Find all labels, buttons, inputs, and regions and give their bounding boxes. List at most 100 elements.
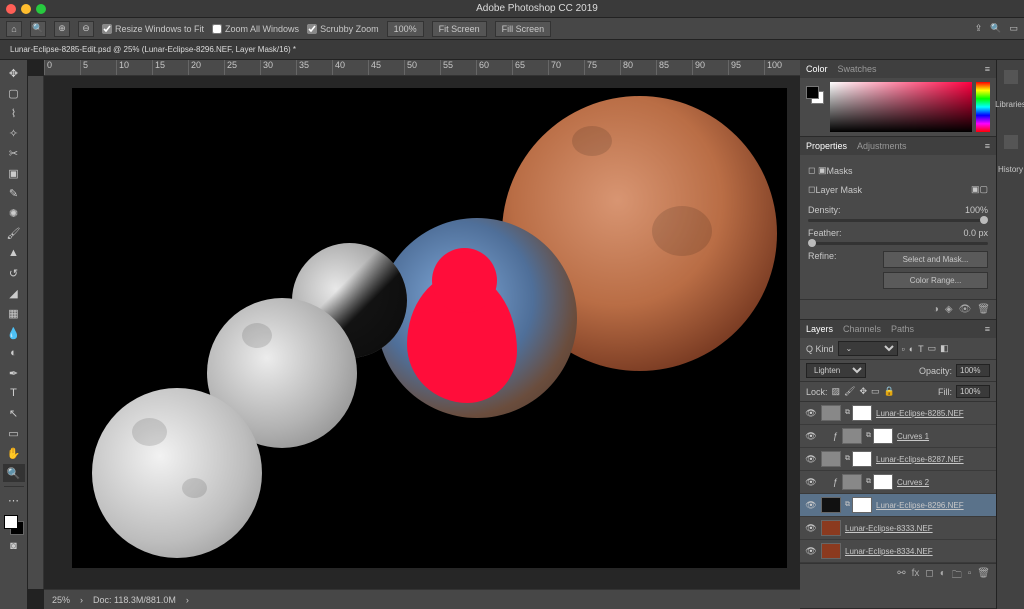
libraries-label[interactable]: Libraries <box>995 100 1024 109</box>
layer-name[interactable]: Lunar-Eclipse-8334.NEF <box>845 547 933 556</box>
history-label[interactable]: History <box>998 165 1023 174</box>
fill-input[interactable] <box>956 385 990 398</box>
filter-kind-select[interactable]: ⌄ <box>838 341 898 356</box>
link-icon[interactable]: ⧉ <box>866 478 871 486</box>
select-and-mask-button[interactable]: Select and Mask... <box>883 251 988 268</box>
lasso-tool-icon[interactable]: ⌇ <box>3 104 25 122</box>
chevron-right-icon[interactable]: › <box>186 595 189 605</box>
visibility-icon[interactable]: 👁 <box>805 500 817 511</box>
wand-tool-icon[interactable]: ✧ <box>3 124 25 142</box>
blend-mode-select[interactable]: Lighten <box>806 363 866 378</box>
layer-row[interactable]: 👁⧉Lunar-Eclipse-8296.NEF <box>800 494 996 517</box>
lock-transparent-icon[interactable]: ▨ <box>832 386 841 397</box>
tab-adjustments[interactable]: Adjustments <box>857 141 907 151</box>
layer-row[interactable]: 👁ƒ⧉Curves 2 <box>800 471 996 494</box>
color-range-button[interactable]: Color Range... <box>883 272 988 289</box>
zoom-tool-icon[interactable]: 🔍 <box>3 464 25 482</box>
layer-mask-thumbnail[interactable] <box>873 428 893 444</box>
fit-screen-button[interactable]: Fit Screen <box>432 21 487 37</box>
adjustment-layer-icon[interactable]: ◐ <box>940 568 946 585</box>
quickmask-icon[interactable]: ◙ <box>3 537 25 555</box>
filter-type-icon[interactable]: T <box>918 344 924 354</box>
close-icon[interactable] <box>6 4 16 14</box>
search-icon[interactable]: 🔍 <box>990 23 1001 34</box>
group-icon[interactable]: 🗀 <box>952 568 962 585</box>
move-tool-icon[interactable]: ✥ <box>3 64 25 82</box>
fg-color-icon[interactable] <box>4 515 18 529</box>
brush-tool-icon[interactable]: 🖌 <box>3 224 25 242</box>
layer-thumbnail[interactable] <box>821 497 841 513</box>
link-icon[interactable]: ⧉ <box>866 432 871 440</box>
tab-layers[interactable]: Layers <box>806 324 833 334</box>
fullscreen-icon[interactable] <box>36 4 46 14</box>
panel-menu-icon[interactable]: ≡ <box>985 324 990 334</box>
color-fg-bg[interactable] <box>806 86 824 104</box>
color-swatch[interactable] <box>4 515 24 535</box>
color-picker[interactable] <box>830 82 972 132</box>
density-value[interactable]: 100% <box>965 205 988 215</box>
libraries-panel-tab[interactable] <box>1002 66 1020 88</box>
status-zoom[interactable]: 25% <box>52 595 70 605</box>
pen-tool-icon[interactable]: ✒ <box>3 364 25 382</box>
panel-menu-icon[interactable]: ≡ <box>985 141 990 151</box>
disable-mask-icon[interactable]: 👁 <box>959 304 972 315</box>
frame-tool-icon[interactable]: ▣ <box>3 164 25 182</box>
filter-pixel-icon[interactable]: ▫ <box>902 344 905 354</box>
link-icon[interactable]: ⧉ <box>845 455 850 463</box>
tab-color[interactable]: Color <box>806 64 828 74</box>
delete-mask-icon[interactable]: 🗑 <box>977 304 990 315</box>
panel-menu-icon[interactable]: ≡ <box>985 64 990 74</box>
home-icon[interactable]: ⌂ <box>6 21 22 37</box>
visibility-icon[interactable]: 👁 <box>805 523 817 534</box>
edit-toolbar-icon[interactable]: ⋯ <box>3 491 25 509</box>
layer-thumbnail[interactable] <box>821 520 841 536</box>
stamp-tool-icon[interactable]: ▲ <box>3 244 25 262</box>
layer-name[interactable]: Lunar-Eclipse-8285.NEF <box>876 409 964 418</box>
new-layer-icon[interactable]: ▫ <box>968 568 972 585</box>
layer-name[interactable]: Lunar-Eclipse-8287.NEF <box>876 455 964 464</box>
filter-adjust-icon[interactable]: ◐ <box>909 344 914 354</box>
zoom-tool-icon[interactable]: 🔍 <box>30 21 46 37</box>
marquee-tool-icon[interactable]: ▢ <box>3 84 25 102</box>
visibility-icon[interactable]: 👁 <box>805 431 817 442</box>
eyedropper-tool-icon[interactable]: ✎ <box>3 184 25 202</box>
layer-style-icon[interactable]: fx <box>912 568 920 585</box>
lock-artboard-icon[interactable]: ▭ <box>871 386 880 397</box>
visibility-icon[interactable]: 👁 <box>805 477 817 488</box>
history-panel-tab[interactable] <box>1002 131 1020 153</box>
layer-name[interactable]: Lunar-Eclipse-8333.NEF <box>845 524 933 533</box>
crop-tool-icon[interactable]: ✂ <box>3 144 25 162</box>
minimize-icon[interactable] <box>21 4 31 14</box>
tab-channels[interactable]: Channels <box>843 324 881 334</box>
eraser-tool-icon[interactable]: ◢ <box>3 284 25 302</box>
feather-value[interactable]: 0.0 px <box>963 228 988 238</box>
dodge-tool-icon[interactable]: ◐ <box>3 344 25 362</box>
blur-tool-icon[interactable]: 💧 <box>3 324 25 342</box>
layer-row[interactable]: 👁 Lunar-Eclipse-8333.NEF <box>800 517 996 540</box>
hand-tool-icon[interactable]: ✋ <box>3 444 25 462</box>
history-brush-icon[interactable]: ↺ <box>3 264 25 282</box>
opacity-input[interactable] <box>956 364 990 377</box>
apply-mask-icon[interactable]: ◈ <box>945 304 953 315</box>
tab-properties[interactable]: Properties <box>806 141 847 151</box>
share-icon[interactable]: ⇪ <box>975 23 983 34</box>
vector-mask-icon[interactable]: ▢ <box>979 184 988 195</box>
layer-row[interactable]: 👁⧉Lunar-Eclipse-8287.NEF <box>800 448 996 471</box>
filter-shape-icon[interactable]: ▭ <box>928 343 937 354</box>
tab-swatches[interactable]: Swatches <box>838 64 877 74</box>
layer-name[interactable]: Lunar-Eclipse-8296.NEF <box>876 501 964 510</box>
hue-slider[interactable] <box>976 82 990 132</box>
workspace-icon[interactable]: ▭ <box>1009 23 1018 34</box>
lock-position-icon[interactable]: ✥ <box>859 386 867 397</box>
layer-mask-thumbnail[interactable] <box>873 474 893 490</box>
layer-thumbnail[interactable] <box>821 451 841 467</box>
canvas[interactable] <box>44 76 800 589</box>
layer-row[interactable]: 👁Lunar-Eclipse-8334.NEF <box>800 540 996 563</box>
layer-name[interactable]: Curves 1 <box>897 432 929 441</box>
layer-thumbnail[interactable] <box>821 543 841 559</box>
filter-smart-icon[interactable]: ◧ <box>940 343 949 354</box>
link-icon[interactable]: ⧉ <box>845 409 850 417</box>
zoom-100-button[interactable]: 100% <box>387 21 424 37</box>
link-layers-icon[interactable]: ⚯ <box>897 568 905 585</box>
zoom-out-icon[interactable]: ⊖ <box>78 21 94 37</box>
